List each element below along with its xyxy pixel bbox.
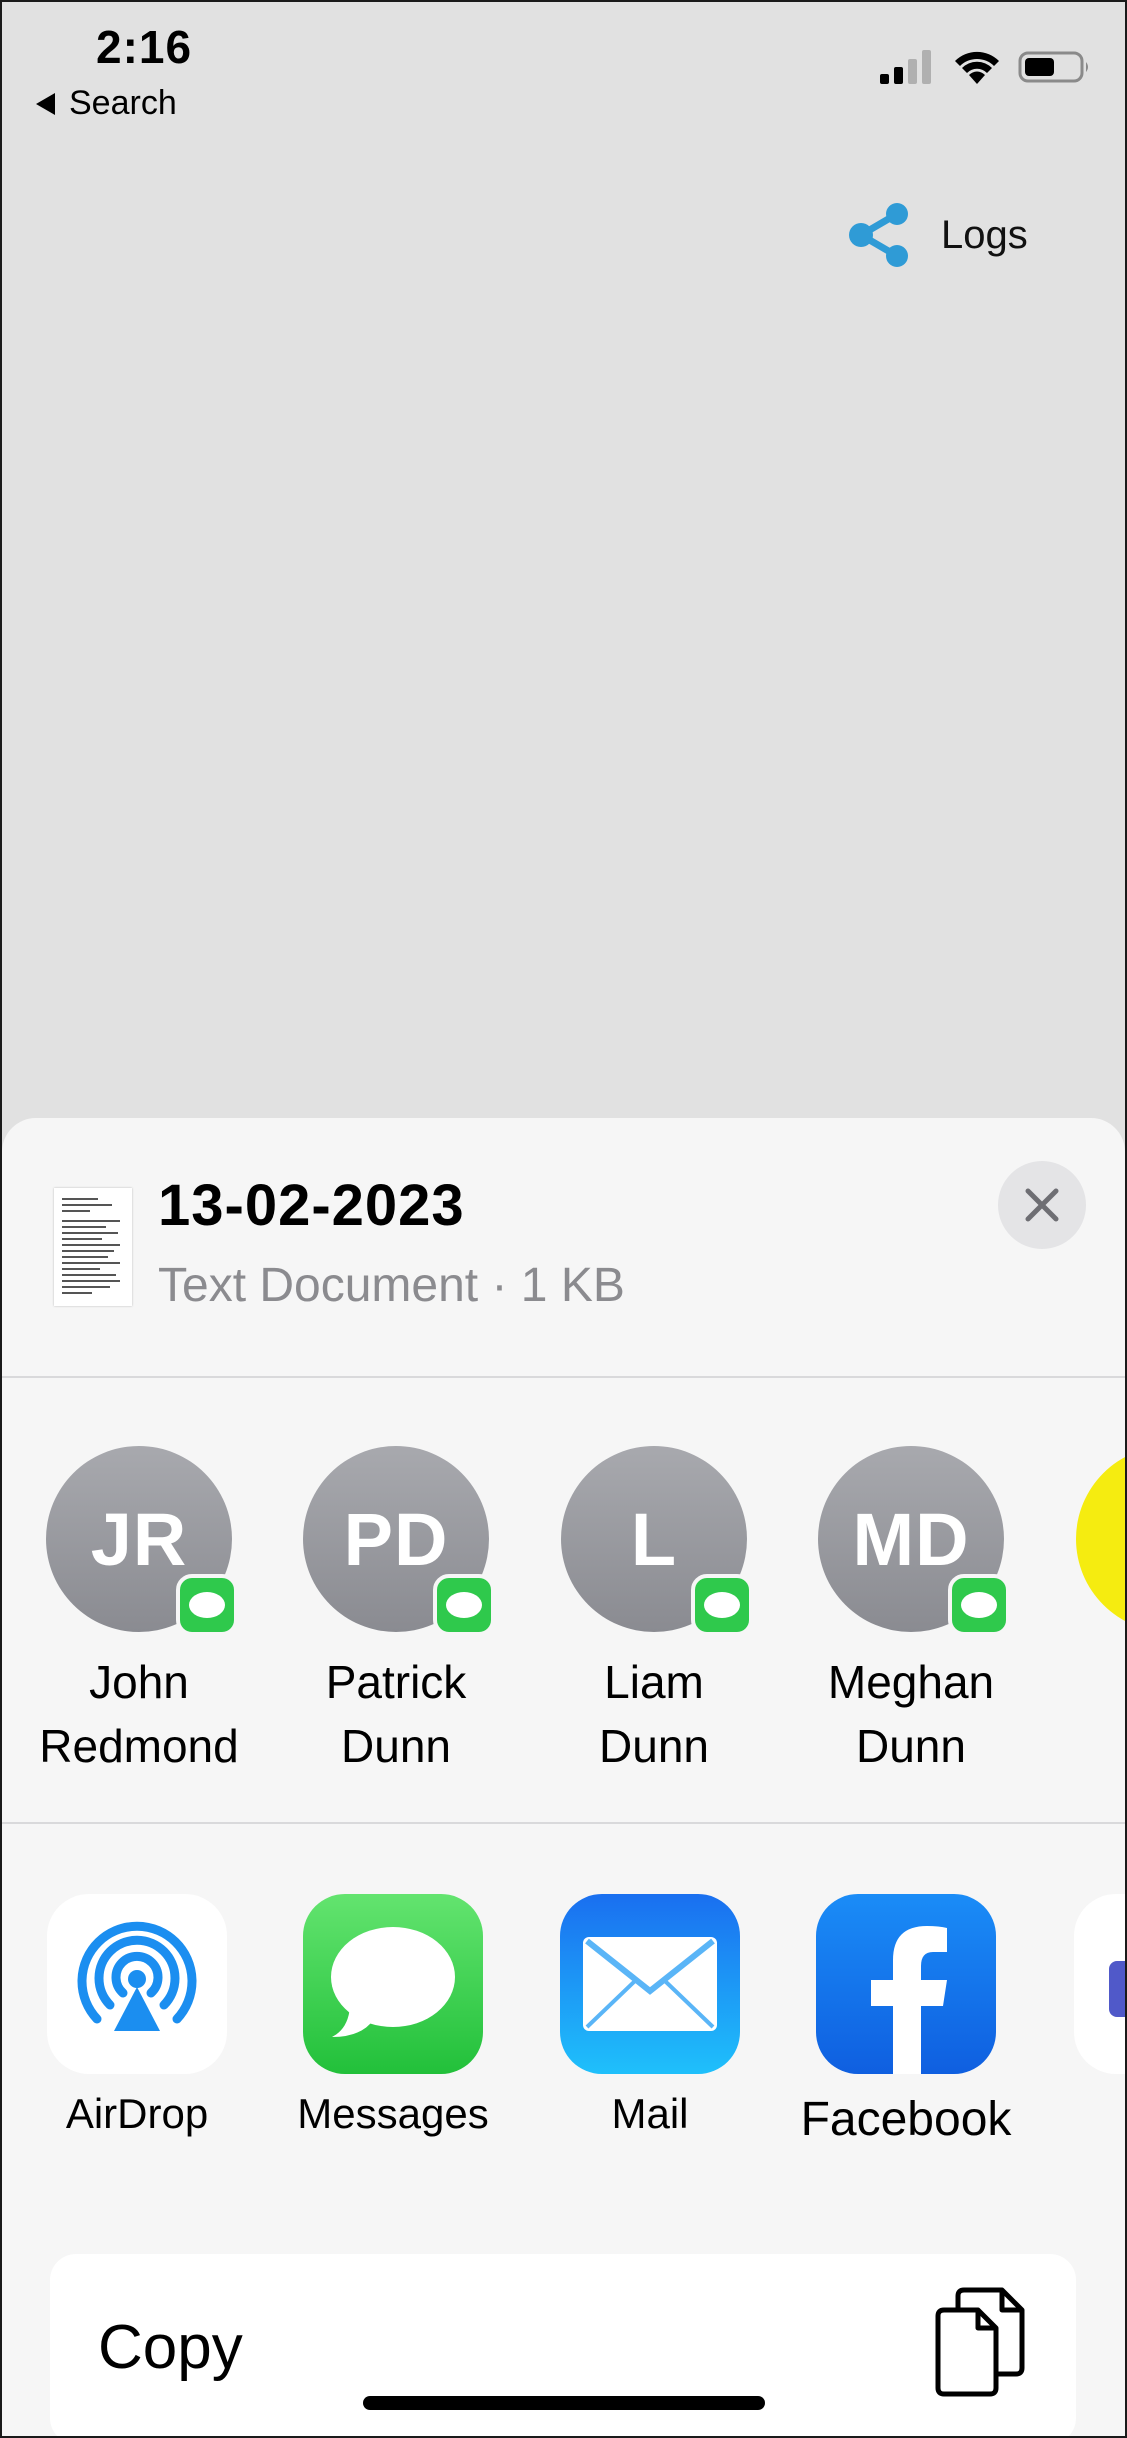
- sheet-divider-middle: [2, 1822, 1125, 1824]
- avatar: PD: [303, 1446, 495, 1636]
- messages-badge-icon: [433, 1574, 495, 1636]
- messages-badge-icon: [948, 1574, 1010, 1636]
- document-subtitle: Text Document · 1 KB: [158, 1259, 625, 1312]
- app-mail[interactable]: Mail: [522, 1894, 778, 2138]
- person-photo-icon: [1126, 1627, 1127, 1632]
- contact-suggestions-row: JR John Redmond PD Patrick Dunn L Liam Dunn…: [0, 1446, 1127, 1766]
- back-triangle-icon: [36, 92, 55, 115]
- contact-patrick-dunn[interactable]: PD Patrick Dunn: [267, 1446, 525, 1766]
- contact-partial[interactable]: PaD: [1040, 1446, 1127, 1766]
- app-airdrop[interactable]: AirDrop: [9, 1894, 265, 2138]
- app-messages[interactable]: Messages: [265, 1894, 521, 2138]
- document-title: 13-02-2023: [158, 1173, 465, 1238]
- avatar: L: [561, 1446, 753, 1636]
- contact-name: Liam Dunn: [599, 1656, 709, 1766]
- avatar-photo: [1076, 1446, 1127, 1632]
- home-indicator[interactable]: [363, 2396, 765, 2410]
- copy-icon: [935, 2287, 1025, 2397]
- app-label: Messages: [297, 2090, 489, 2137]
- avatar: MD: [818, 1446, 1010, 1636]
- contact-name: Meghan Dunn: [827, 1656, 995, 1766]
- status-time: 2:16: [96, 21, 193, 73]
- document-thumbnail: [54, 1188, 132, 1306]
- logs-share-button[interactable]: Logs: [845, 200, 1028, 270]
- app-label: AirDrop: [65, 2090, 209, 2137]
- avatar: JR: [46, 1446, 238, 1636]
- airdrop-icon: [47, 1894, 227, 2074]
- messages-badge-icon: [691, 1574, 753, 1636]
- share-icon: [849, 203, 908, 267]
- mail-icon: [560, 1894, 740, 2074]
- logs-label: Logs: [941, 212, 1028, 257]
- wifi-icon: [955, 51, 999, 84]
- back-to-search-link[interactable]: Search: [36, 84, 177, 123]
- messages-badge-icon: [176, 1574, 238, 1636]
- status-icons: [880, 50, 1092, 84]
- contact-name: Patrick Dunn: [325, 1656, 467, 1766]
- app-label: Mail: [611, 2090, 689, 2137]
- messages-icon: [303, 1894, 483, 2074]
- close-icon: [1025, 1188, 1059, 1222]
- app-label: Facebook: [800, 2093, 1012, 2146]
- sheet-divider-top: [2, 1376, 1125, 1378]
- contact-meghan-dunn[interactable]: MD Meghan Dunn: [782, 1446, 1040, 1766]
- contact-name: John Redmond: [39, 1656, 239, 1766]
- contact-liam-dunn[interactable]: L Liam Dunn: [525, 1446, 783, 1766]
- teams-icon: T: [1074, 1894, 1127, 2074]
- facebook-icon: [816, 1894, 996, 2074]
- battery-icon: [1018, 51, 1088, 83]
- share-sheet: [2, 1118, 1125, 2438]
- app-facebook[interactable]: Facebook: [778, 1894, 1034, 2147]
- app-teams-partial[interactable]: T Te: [1036, 1894, 1127, 2147]
- copy-label: Copy: [98, 2313, 243, 2382]
- share-apps-row: AirDrop Messages Mail Facebook: [0, 1894, 1127, 2174]
- back-label: Search: [69, 84, 177, 122]
- cellular-signal-icon: [880, 50, 931, 84]
- close-button[interactable]: [998, 1161, 1086, 1249]
- contact-john-redmond[interactable]: JR John Redmond: [10, 1446, 268, 1766]
